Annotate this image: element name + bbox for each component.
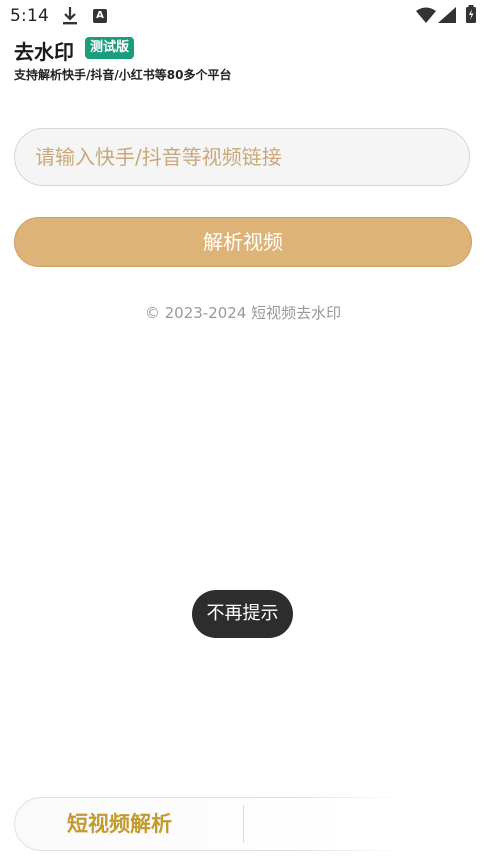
signal-icon [438, 7, 456, 23]
download-icon [63, 7, 77, 25]
video-url-input[interactable] [14, 128, 470, 186]
app-subtitle: 支持解析快手/抖音/小红书等80多个平台 [14, 68, 232, 82]
copyright-text: © 2023-2024 短视频去水印 [144, 304, 342, 322]
wifi-icon [416, 7, 436, 23]
status-bar: 5:14 A [0, 0, 486, 32]
notification-app-icon: A [93, 9, 107, 23]
tab-short-video-parse[interactable]: 短视频解析 [67, 808, 172, 838]
battery-icon [466, 5, 476, 23]
app-title: 去水印 [14, 40, 74, 64]
toast-dont-show-again[interactable]: 不再提示 [192, 590, 293, 638]
tab-divider [243, 805, 244, 843]
beta-badge: 测试版 [85, 37, 135, 59]
status-time: 5:14 [10, 6, 49, 26]
bottom-fade-overlay [300, 780, 486, 864]
parse-video-button[interactable]: 解析视频 [14, 217, 472, 267]
